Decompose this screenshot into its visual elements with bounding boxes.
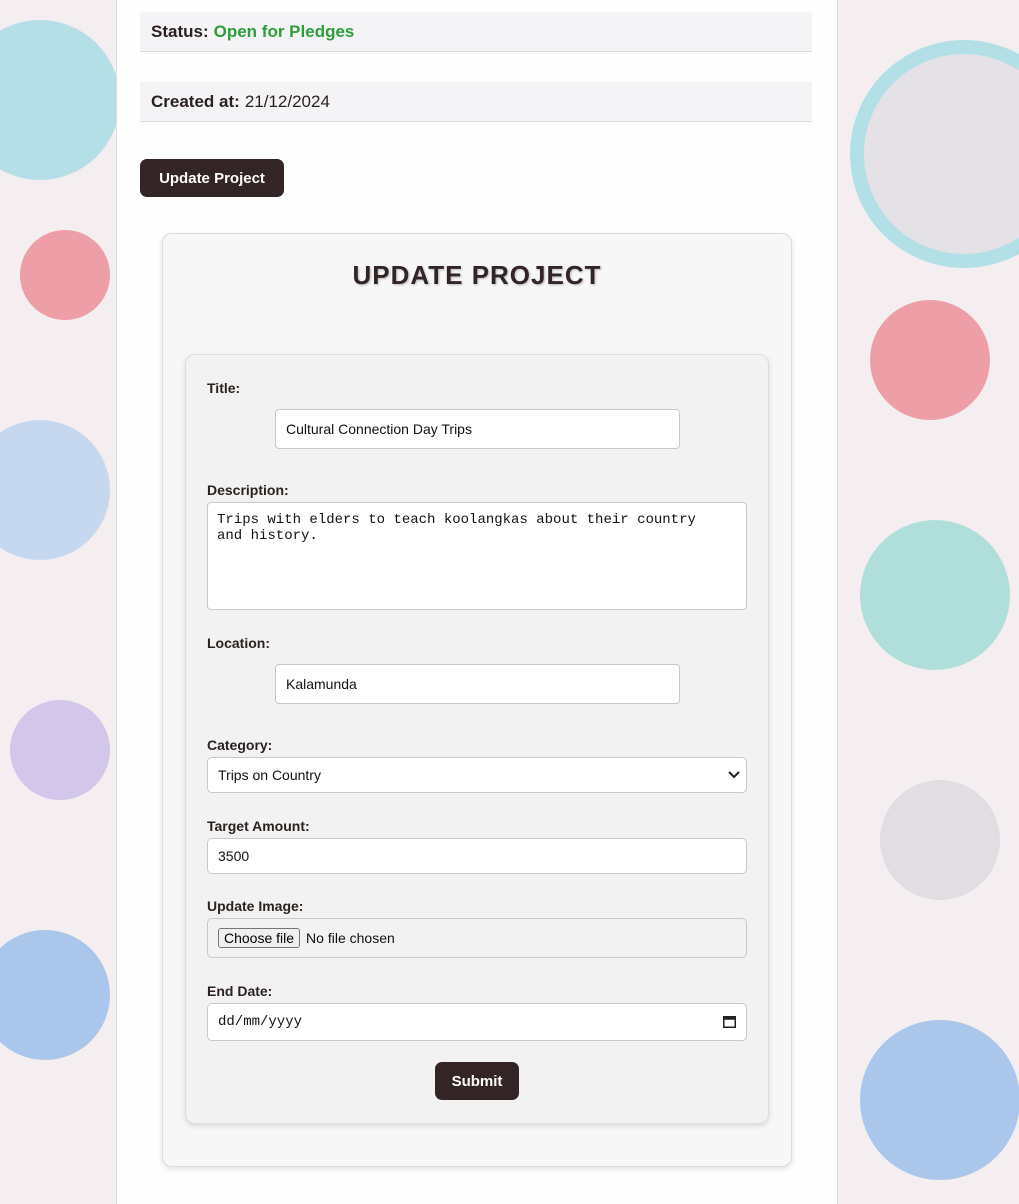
- update-project-heading: UPDATE PROJECT: [352, 260, 602, 290]
- chevron-down-icon: [728, 771, 740, 779]
- title-input-value: Cultural Connection Day Trips: [286, 421, 472, 437]
- category-select[interactable]: Trips on Country: [207, 757, 747, 793]
- update-image-label: Update Image:: [207, 898, 304, 914]
- description-label: Description:: [207, 482, 289, 498]
- submit-button[interactable]: Submit: [435, 1062, 519, 1100]
- created-value: 21/12/2024: [244, 91, 330, 111]
- location-label: Location:: [207, 635, 270, 651]
- description-textarea-value: Trips with elders to teach koolangkas ab…: [217, 512, 696, 544]
- end-date-input[interactable]: dd/mm/yyyy: [207, 1003, 747, 1041]
- description-textarea[interactable]: Trips with elders to teach koolangkas ab…: [207, 502, 747, 610]
- category-label: Category:: [207, 737, 273, 753]
- update-image-file-input[interactable]: Choose file No file chosen: [207, 918, 747, 958]
- end-date-label: End Date:: [207, 983, 273, 999]
- update-project-form: Title: Cultural Connection Day Trips Des…: [185, 354, 769, 1124]
- title-label: Title:: [207, 380, 241, 396]
- target-amount-label: Target Amount:: [207, 818, 310, 834]
- update-project-button[interactable]: Update Project: [140, 159, 284, 197]
- end-date-placeholder: dd/mm/yyyy: [218, 1014, 303, 1030]
- created-label: Created at:: [151, 91, 240, 111]
- created-row: Created at: 21/12/2024: [140, 82, 812, 122]
- location-input[interactable]: Kalamunda: [275, 664, 680, 704]
- choose-file-button[interactable]: Choose file: [218, 928, 301, 948]
- category-select-value: Trips on Country: [218, 767, 321, 783]
- status-row: Status: Open for Pledges: [140, 12, 812, 52]
- calendar-icon[interactable]: [723, 1015, 736, 1028]
- target-amount-input[interactable]: 3500: [207, 838, 747, 874]
- update-project-card: UPDATE PROJECT Title: Cultural Connectio…: [162, 233, 792, 1167]
- no-file-chosen-text: No file chosen: [306, 930, 395, 946]
- target-amount-value: 3500: [218, 848, 250, 864]
- title-input[interactable]: Cultural Connection Day Trips: [275, 409, 680, 449]
- status-value: Open for Pledges: [213, 21, 355, 41]
- location-input-value: Kalamunda: [286, 676, 357, 692]
- status-label: Status:: [151, 21, 209, 41]
- project-detail-panel: Status: Open for Pledges Created at: 21/…: [116, 0, 838, 1204]
